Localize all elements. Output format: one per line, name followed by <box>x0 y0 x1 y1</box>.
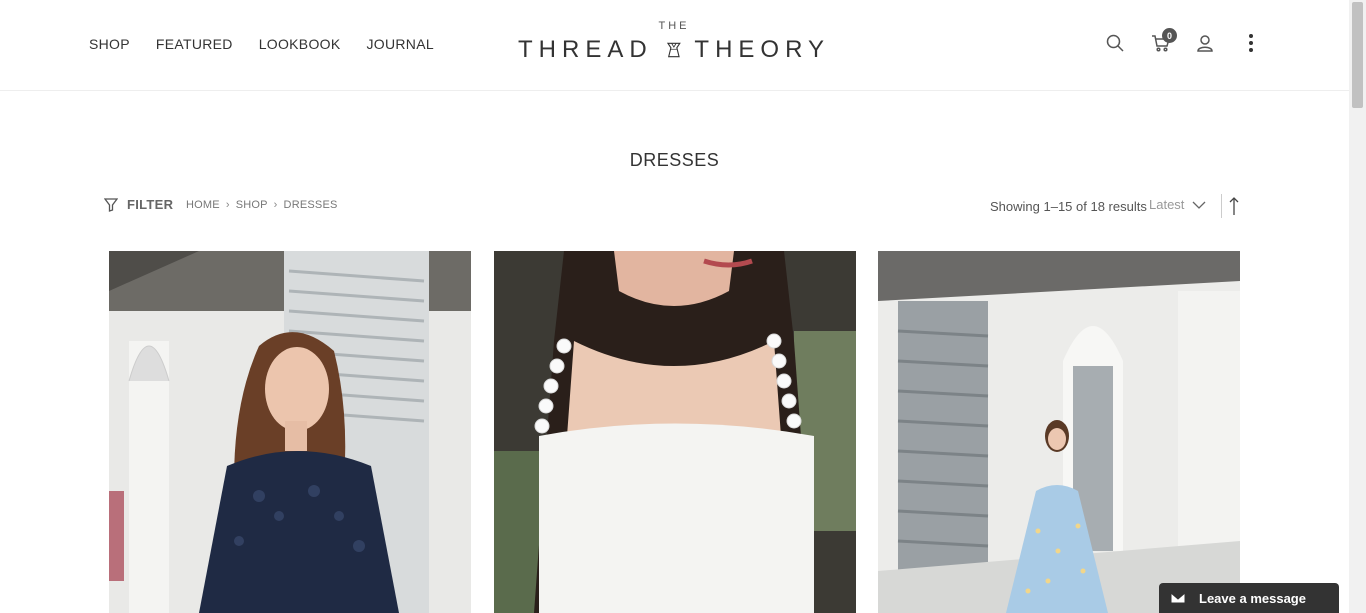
product-grid <box>109 251 1240 613</box>
site-logo[interactable]: THE THREAD THEORY <box>518 20 830 70</box>
results-count: Showing 1–15 of 18 results <box>990 199 1147 214</box>
nav-shop[interactable]: SHOP <box>89 36 130 52</box>
sort-selected-label: Latest <box>1149 197 1185 212</box>
page-scrollbar[interactable] <box>1349 0 1366 613</box>
nav-lookbook[interactable]: LOOKBOOK <box>259 36 341 52</box>
header-icons: 0 <box>1104 28 1262 54</box>
chat-label: Leave a message <box>1199 590 1306 606</box>
filter-button[interactable]: FILTER <box>104 197 173 212</box>
product-card[interactable] <box>494 251 856 613</box>
scrollbar-thumb[interactable] <box>1352 2 1363 108</box>
filter-label: FILTER <box>127 197 174 212</box>
breadcrumb-separator: › <box>225 199 230 211</box>
breadcrumb-separator: › <box>273 199 278 211</box>
leave-message-button[interactable]: Leave a message <box>1159 583 1339 613</box>
breadcrumb-home[interactable]: HOME <box>186 199 220 211</box>
breadcrumb-current: DRESSES <box>283 199 338 211</box>
chevron-down-icon <box>1192 201 1206 209</box>
user-icon <box>1197 35 1213 52</box>
more-menu-button[interactable] <box>1240 32 1262 54</box>
page-title: DRESSES <box>629 150 720 170</box>
site-header: SHOP FEATURED LOOKBOOK JOURNAL THE THREA… <box>0 0 1349 91</box>
logo-right-word: THEORY <box>694 36 830 63</box>
search-button[interactable] <box>1104 32 1126 54</box>
logo-wordmark: THREAD THEORY <box>518 36 830 64</box>
breadcrumb: HOME › SHOP › DRESSES <box>186 199 338 211</box>
cart-count-badge: 0 <box>1162 28 1177 43</box>
logo-top-text: THE <box>658 20 690 32</box>
nav-featured[interactable]: FEATURED <box>156 36 233 52</box>
account-button[interactable] <box>1194 32 1216 54</box>
envelope-icon <box>1170 592 1186 604</box>
product-image <box>878 251 1240 613</box>
sort-select[interactable]: Latest <box>1149 197 1206 212</box>
dress-mark-icon <box>666 42 681 58</box>
arrow-up-icon <box>1229 197 1239 215</box>
vertical-dots-icon <box>1249 34 1253 52</box>
product-image <box>109 251 471 613</box>
search-icon <box>1106 34 1124 52</box>
nav-journal[interactable]: JOURNAL <box>366 36 433 52</box>
logo-left-word: THREAD <box>518 36 653 63</box>
breadcrumb-shop[interactable]: SHOP <box>236 199 268 211</box>
product-card[interactable] <box>109 251 471 613</box>
toolbar-divider <box>1221 194 1222 218</box>
product-card[interactable] <box>878 251 1240 613</box>
main-nav: SHOP FEATURED LOOKBOOK JOURNAL <box>89 36 434 52</box>
funnel-icon <box>104 197 118 212</box>
sort-order-toggle[interactable] <box>1227 196 1241 216</box>
cart-button[interactable]: 0 <box>1150 28 1177 54</box>
product-image <box>494 251 856 613</box>
